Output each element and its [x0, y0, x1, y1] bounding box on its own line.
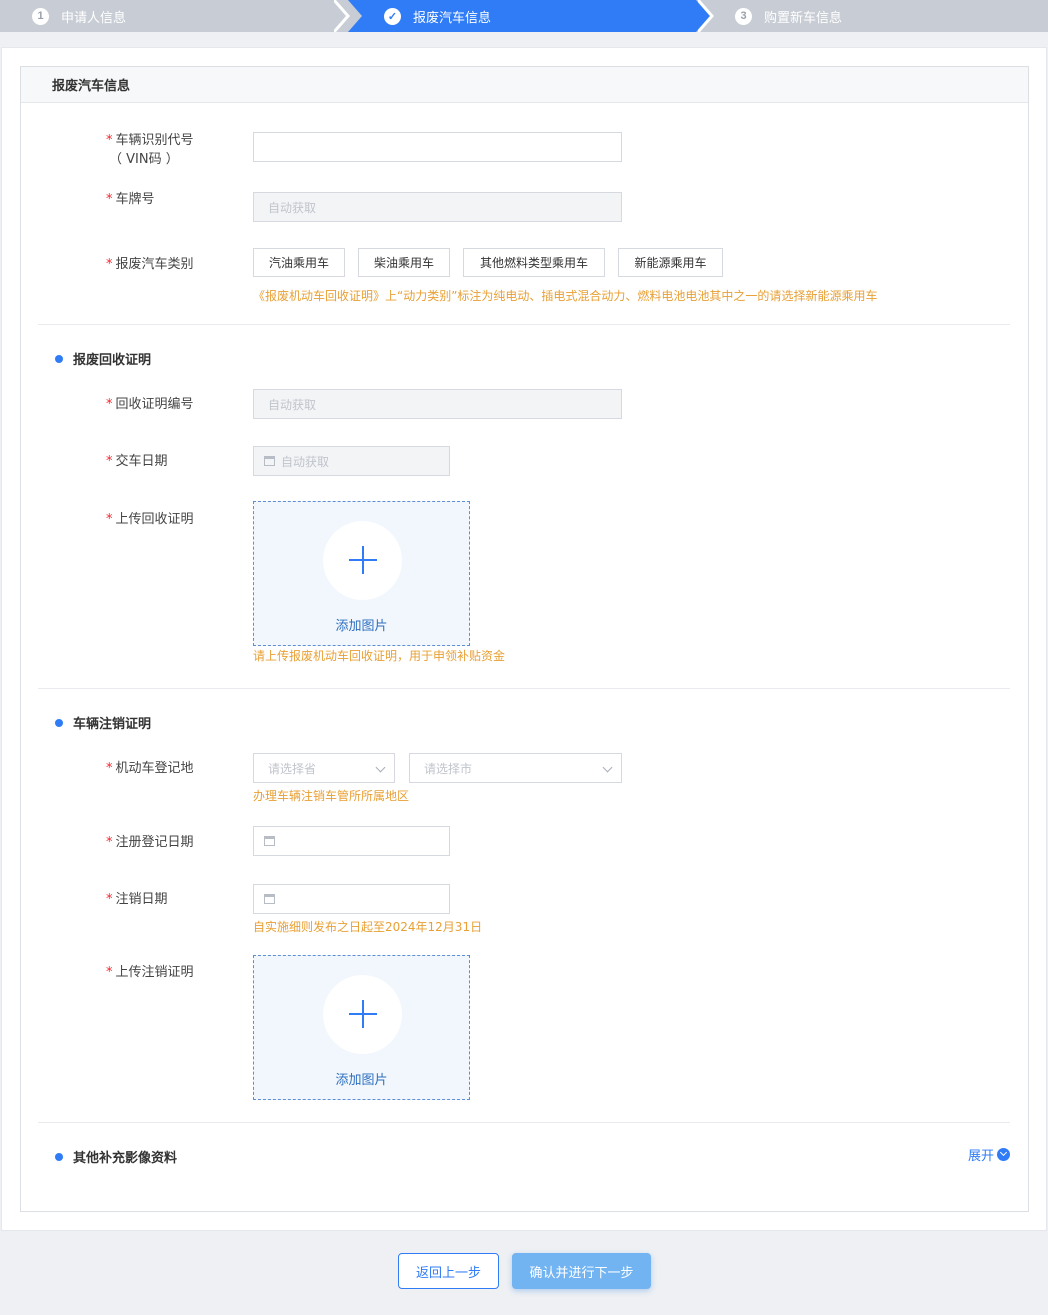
add-image-label: 添加图片 [335, 619, 388, 634]
form-card: 报废汽车信息 [20, 66, 1029, 1212]
upload-recycle-hint: 请上传报废机动车回收证明，用于申领补贴资金 [253, 649, 506, 663]
check-icon: ✓ [384, 7, 401, 25]
cancel-date-hint: 自实施细则发布之日起至2024年12月31日 [253, 920, 483, 934]
cancel-date-label: * 注销日期 [106, 892, 168, 907]
add-image-label: 添加图片 [335, 1073, 388, 1088]
card-title: 报废汽车信息 [21, 67, 1028, 103]
section-other-images: 其他补充影像资料 [55, 1147, 177, 1166]
upload-recycle-label: * 上传回收证明 [106, 512, 194, 527]
step-scrap-vehicle-info: ✓ 报废汽车信息 [384, 0, 491, 32]
province-select[interactable]: 请选择省 [253, 753, 395, 783]
calendar-icon [264, 456, 275, 466]
upload-recycle-certificate[interactable]: 添加图片 [253, 501, 470, 646]
handover-date-input: 自动获取 [253, 446, 450, 476]
section-deregister-certificate: 车辆注销证明 [55, 713, 151, 732]
type-new-energy-button[interactable]: 新能源乘用车 [618, 248, 723, 277]
bullet-icon [55, 718, 63, 727]
step-label: 申请人信息 [61, 10, 127, 26]
vehicle-type-hint: 《报废机动车回收证明》上“动力类别”标注为纯电动、插电式混合动力、燃料电池电池其… [253, 289, 878, 303]
upload-deregister-certificate[interactable]: 添加图片 [253, 955, 470, 1100]
step-applicant-info: 1 申请人信息 [32, 0, 126, 32]
cert-number-input: 自动获取 [253, 389, 622, 419]
reg-date-label: * 注册登记日期 [106, 835, 194, 850]
type-diesel-button[interactable]: 柴油乘用车 [358, 248, 450, 277]
divider [38, 324, 1010, 325]
type-gasoline-button[interactable]: 汽油乘用车 [253, 248, 345, 277]
region-hint: 办理车辆注销车管所所属地区 [253, 789, 410, 803]
section-recycle-certificate: 报废回收证明 [55, 349, 151, 368]
add-image-button[interactable] [323, 521, 402, 600]
add-image-button[interactable] [323, 975, 402, 1054]
upload-deregister-label: * 上传注销证明 [106, 965, 194, 980]
step-number-1: 1 [32, 7, 49, 25]
back-button[interactable]: 返回上一步 [398, 1253, 499, 1289]
vin-input[interactable] [253, 132, 622, 162]
confirm-next-button[interactable]: 确认并进行下一步 [512, 1253, 651, 1289]
reg-date-input[interactable] [253, 826, 450, 856]
bullet-icon [55, 1152, 63, 1161]
region-label: * 机动车登记地 [106, 761, 194, 776]
vehicle-type-label: * 报废汽车类别 [106, 257, 194, 272]
step-label: 购置新车信息 [764, 10, 843, 26]
plate-input: 自动获取 [253, 192, 622, 222]
type-other-fuel-button[interactable]: 其他燃料类型乘用车 [463, 248, 605, 277]
step-number-3: 3 [735, 7, 752, 25]
cancel-date-input[interactable] [253, 884, 450, 914]
step-label: 报废汽车信息 [413, 10, 492, 26]
divider [38, 1122, 1010, 1123]
cert-number-label: * 回收证明编号 [106, 397, 194, 412]
step-separator-1 [334, 0, 350, 32]
bullet-icon [55, 354, 63, 363]
plate-label: * 车牌号 [106, 192, 155, 207]
progress-stepper: 1 申请人信息 ✓ 报废汽车信息 3 购置新车信息 [0, 0, 1048, 32]
calendar-icon [264, 894, 275, 904]
handover-date-label: * 交车日期 [106, 454, 168, 469]
vin-label: * 车辆识别代号 （ VIN码 ） [106, 133, 194, 167]
calendar-icon [264, 836, 275, 846]
expand-toggle[interactable]: 展开 [968, 1145, 1011, 1164]
chevron-down-icon [375, 762, 386, 773]
step-new-vehicle-info: 3 购置新车信息 [735, 0, 842, 32]
step-separator-2 [698, 0, 714, 32]
chevron-down-icon [602, 762, 613, 773]
city-select[interactable]: 请选择市 [409, 753, 622, 783]
chevron-down-icon [997, 1148, 1011, 1161]
divider [38, 688, 1010, 689]
